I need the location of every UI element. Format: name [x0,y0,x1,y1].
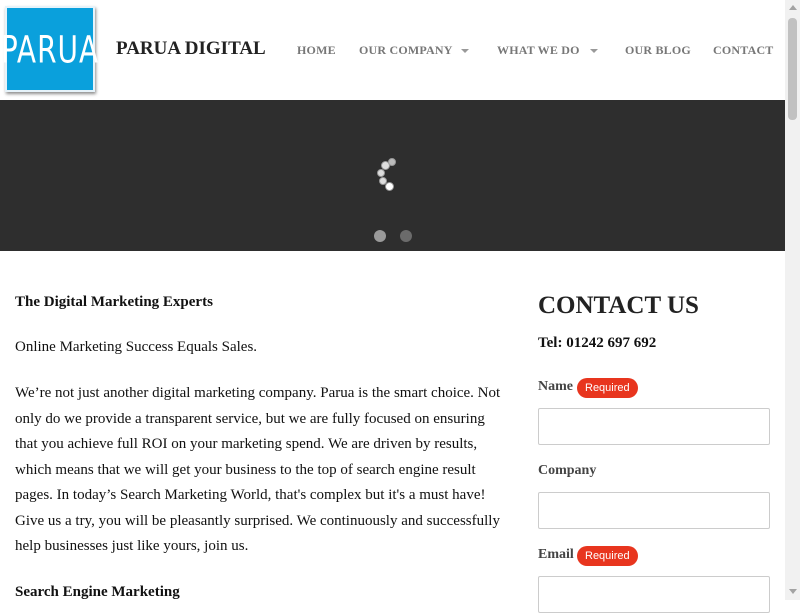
scroll-up-icon[interactable] [789,5,797,10]
site-name[interactable]: PARUA DIGITAL [116,38,266,60]
body-line: that you achieve full ROI on your market… [15,436,478,452]
nav-home[interactable]: HOME [297,43,336,58]
name-label: Name [538,379,573,394]
nav-contact[interactable]: CONTACT [713,43,774,58]
main-heading: The Digital Marketing Experts [15,294,213,310]
required-badge: Required [577,378,638,398]
body-line: We’re not just another digital marketing… [15,385,501,401]
nav-what-we-do[interactable]: WHAT WE DO [497,43,580,58]
site-logo[interactable]: PARUA [1,6,98,92]
body-line: pages. In today’s Search Marketing World… [15,487,486,503]
body-line: only do we provide a transparent service… [15,410,485,427]
logo-text: PARUA [0,26,100,72]
name-field[interactable] [538,408,770,445]
slider-dot-2[interactable] [400,230,412,242]
spinner-icon [373,156,403,196]
page-scrollbar[interactable] [785,0,800,600]
required-badge: Required [577,546,638,566]
scroll-down-icon[interactable] [789,589,797,594]
phone-number: Tel: 01242 697 692 [538,335,657,351]
company-field[interactable] [538,492,770,529]
body-line: Give us a try, you will be pleasantly su… [15,512,500,529]
chevron-down-icon[interactable] [590,49,598,53]
site-header: PARUA PARUA DIGITAL HOME OUR COMPANY WHA… [0,0,785,100]
slider-dot-1[interactable] [374,230,386,242]
email-field[interactable] [538,576,770,613]
hero-slider [0,100,785,251]
nav-our-blog[interactable]: OUR BLOG [625,43,691,58]
email-label: Email [538,547,574,562]
scroll-thumb[interactable] [788,18,797,120]
company-label: Company [538,463,597,478]
contact-title: CONTACT US [538,292,699,319]
body-line: which means that we will get your busine… [15,461,476,478]
tagline: Online Marketing Success Equals Sales. [15,339,258,355]
body-line: help businesses just like yours, join us… [15,538,249,554]
chevron-down-icon[interactable] [461,49,469,53]
nav-our-company[interactable]: OUR COMPANY [359,43,453,58]
subheading: Search Engine Marketing [15,584,180,600]
